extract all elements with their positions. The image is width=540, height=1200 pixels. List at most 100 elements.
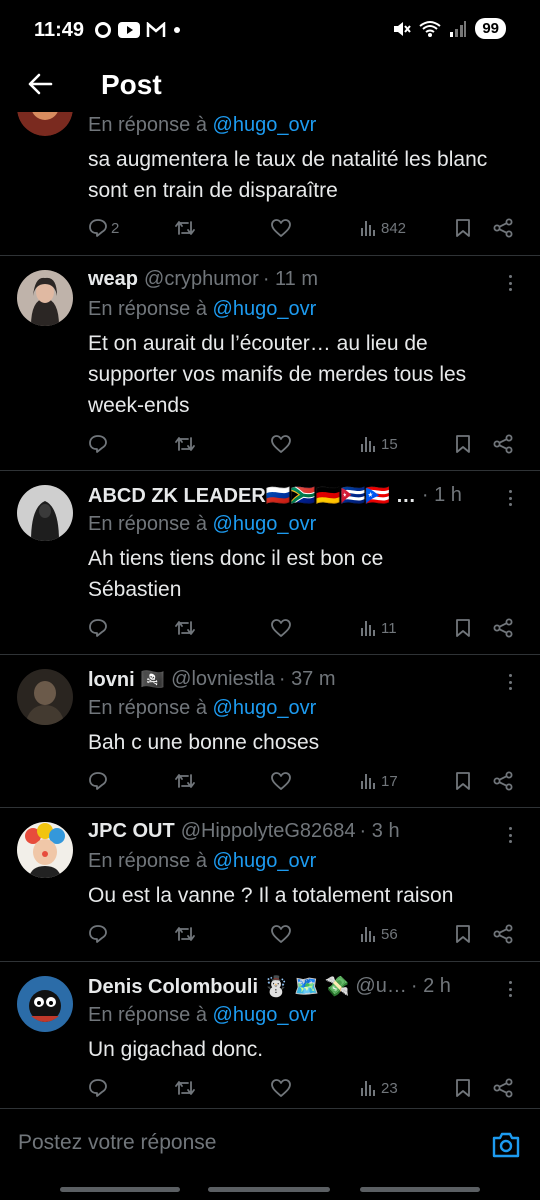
avatar[interactable] xyxy=(17,270,73,326)
system-nav-bar xyxy=(0,1182,540,1200)
views-button[interactable]: 842 xyxy=(360,214,406,242)
nav-pill[interactable] xyxy=(60,1187,180,1192)
mute-icon xyxy=(394,21,412,36)
display-name[interactable]: Denis Colombouli ☃️ 🗺️ 💸 xyxy=(88,974,349,999)
reply-button[interactable] xyxy=(88,920,111,948)
mention-link[interactable]: @hugo_ovr xyxy=(213,850,317,872)
bookmark-button[interactable] xyxy=(454,1074,472,1102)
share-button[interactable] xyxy=(492,430,514,458)
repost-button[interactable] xyxy=(174,920,196,948)
views-button[interactable]: 15 xyxy=(360,430,398,458)
more-options-button[interactable] xyxy=(502,272,518,294)
share-button[interactable] xyxy=(492,1074,514,1102)
timestamp[interactable]: 37 m xyxy=(291,668,335,691)
like-button[interactable] xyxy=(270,920,292,948)
nav-pill[interactable] xyxy=(208,1187,330,1192)
avatar-image xyxy=(17,112,73,136)
reply-item[interactable]: En réponse à @hugo_ovr sa augmentera le … xyxy=(0,112,540,256)
bookmark-button[interactable] xyxy=(454,214,472,242)
user-handle[interactable]: @HippolyteG82684 xyxy=(181,820,356,843)
mention-link[interactable]: @hugo_ovr xyxy=(213,697,317,719)
like-button[interactable] xyxy=(270,214,292,242)
view-count: 11 xyxy=(381,619,397,637)
avatar[interactable] xyxy=(17,485,73,541)
reply-button[interactable] xyxy=(88,614,111,642)
back-button[interactable] xyxy=(24,68,56,100)
reply-item[interactable]: lovni 🏴‍☠️ @lovniestla · 37 m En réponse… xyxy=(0,655,540,808)
like-button[interactable] xyxy=(270,430,292,458)
avatar[interactable] xyxy=(17,976,73,1032)
repost-button[interactable] xyxy=(174,614,196,642)
bookmark-button[interactable] xyxy=(454,920,472,948)
reply-icon xyxy=(88,218,108,238)
avatar[interactable] xyxy=(17,822,73,878)
bookmark-button[interactable] xyxy=(454,614,472,642)
reply-item[interactable]: JPC OUT @HippolyteG82684 · 3 h En répons… xyxy=(0,808,540,962)
timestamp[interactable]: 2 h xyxy=(423,975,451,998)
like-button[interactable] xyxy=(270,614,292,642)
views-chart-icon xyxy=(360,772,378,790)
reply-button[interactable] xyxy=(88,767,111,795)
timestamp[interactable]: 3 h xyxy=(372,820,400,843)
user-handle[interactable]: @cryphumor xyxy=(144,268,259,291)
status-time: 11:49 xyxy=(34,19,85,41)
avatar-image xyxy=(17,976,73,1032)
reply-button[interactable] xyxy=(88,1074,111,1102)
reply-item[interactable]: weap @cryphumor · 11 m En réponse à @hug… xyxy=(0,256,540,471)
share-button[interactable] xyxy=(492,920,514,948)
more-options-button[interactable] xyxy=(502,978,518,1000)
display-name[interactable]: ABCD ZK LEADER🇷🇺🇿🇦🇩🇪🇨🇺🇵🇷 … xyxy=(88,483,416,508)
more-options-button[interactable] xyxy=(502,671,518,693)
reply-header: Denis Colombouli ☃️ 🗺️ 💸 @u… · 2 h xyxy=(88,974,451,999)
avatar[interactable] xyxy=(17,112,73,136)
mention-link[interactable]: @hugo_ovr xyxy=(213,1004,317,1026)
replying-to: En réponse à @hugo_ovr xyxy=(88,298,317,320)
bookmark-button[interactable] xyxy=(454,767,472,795)
display-name[interactable]: lovni 🏴‍☠️ xyxy=(88,667,165,692)
bookmark-icon xyxy=(454,771,472,791)
repost-button[interactable] xyxy=(174,1074,196,1102)
views-button[interactable]: 11 xyxy=(360,614,397,642)
display-name[interactable]: weap xyxy=(88,268,138,291)
arrow-left-icon xyxy=(28,73,53,95)
replies-feed[interactable]: En réponse à @hugo_ovr sa augmentera le … xyxy=(0,112,540,1108)
replying-to: En réponse à @hugo_ovr xyxy=(88,697,317,719)
mention-link[interactable]: @hugo_ovr xyxy=(213,114,317,136)
replying-to: En réponse à @hugo_ovr xyxy=(88,513,317,535)
reply-button[interactable]: 2 xyxy=(88,214,119,242)
reply-input[interactable]: Postez votre réponse xyxy=(18,1131,216,1155)
share-button[interactable] xyxy=(492,614,514,642)
like-button[interactable] xyxy=(270,767,292,795)
user-handle[interactable]: @lovniestla xyxy=(171,668,275,691)
repost-button[interactable] xyxy=(174,767,196,795)
repost-icon xyxy=(174,924,196,944)
mention-link[interactable]: @hugo_ovr xyxy=(213,298,317,320)
like-button[interactable] xyxy=(270,1074,292,1102)
repost-button[interactable] xyxy=(174,214,196,242)
replying-to: En réponse à @hugo_ovr xyxy=(88,1004,317,1026)
repost-button[interactable] xyxy=(174,430,196,458)
reply-item[interactable]: ABCD ZK LEADER🇷🇺🇿🇦🇩🇪🇨🇺🇵🇷 … · 1 h En répo… xyxy=(0,471,540,655)
share-button[interactable] xyxy=(492,767,514,795)
reply-icon xyxy=(88,924,108,944)
more-options-button[interactable] xyxy=(502,487,518,509)
views-button[interactable]: 17 xyxy=(360,767,398,795)
reply-text: Et on aurait du l’écouter… au lieu de su… xyxy=(88,332,467,417)
reply-text: Bah c une bonne choses xyxy=(88,731,320,754)
reply-button[interactable] xyxy=(88,430,111,458)
bookmark-icon xyxy=(454,1078,472,1098)
nav-pill[interactable] xyxy=(360,1187,480,1192)
camera-button[interactable] xyxy=(490,1129,522,1161)
reply-item[interactable]: Denis Colombouli ☃️ 🗺️ 💸 @u… · 2 h En ré… xyxy=(0,962,540,1108)
mention-link[interactable]: @hugo_ovr xyxy=(213,513,317,535)
display-name[interactable]: JPC OUT xyxy=(88,820,175,843)
avatar[interactable] xyxy=(17,669,73,725)
user-handle[interactable]: @u… xyxy=(355,975,406,998)
views-button[interactable]: 56 xyxy=(360,920,398,948)
bookmark-button[interactable] xyxy=(454,430,472,458)
timestamp[interactable]: 1 h xyxy=(434,484,462,507)
more-options-button[interactable] xyxy=(502,824,518,846)
timestamp[interactable]: 11 m xyxy=(275,268,318,291)
views-button[interactable]: 23 xyxy=(360,1074,398,1102)
share-button[interactable] xyxy=(492,214,514,242)
